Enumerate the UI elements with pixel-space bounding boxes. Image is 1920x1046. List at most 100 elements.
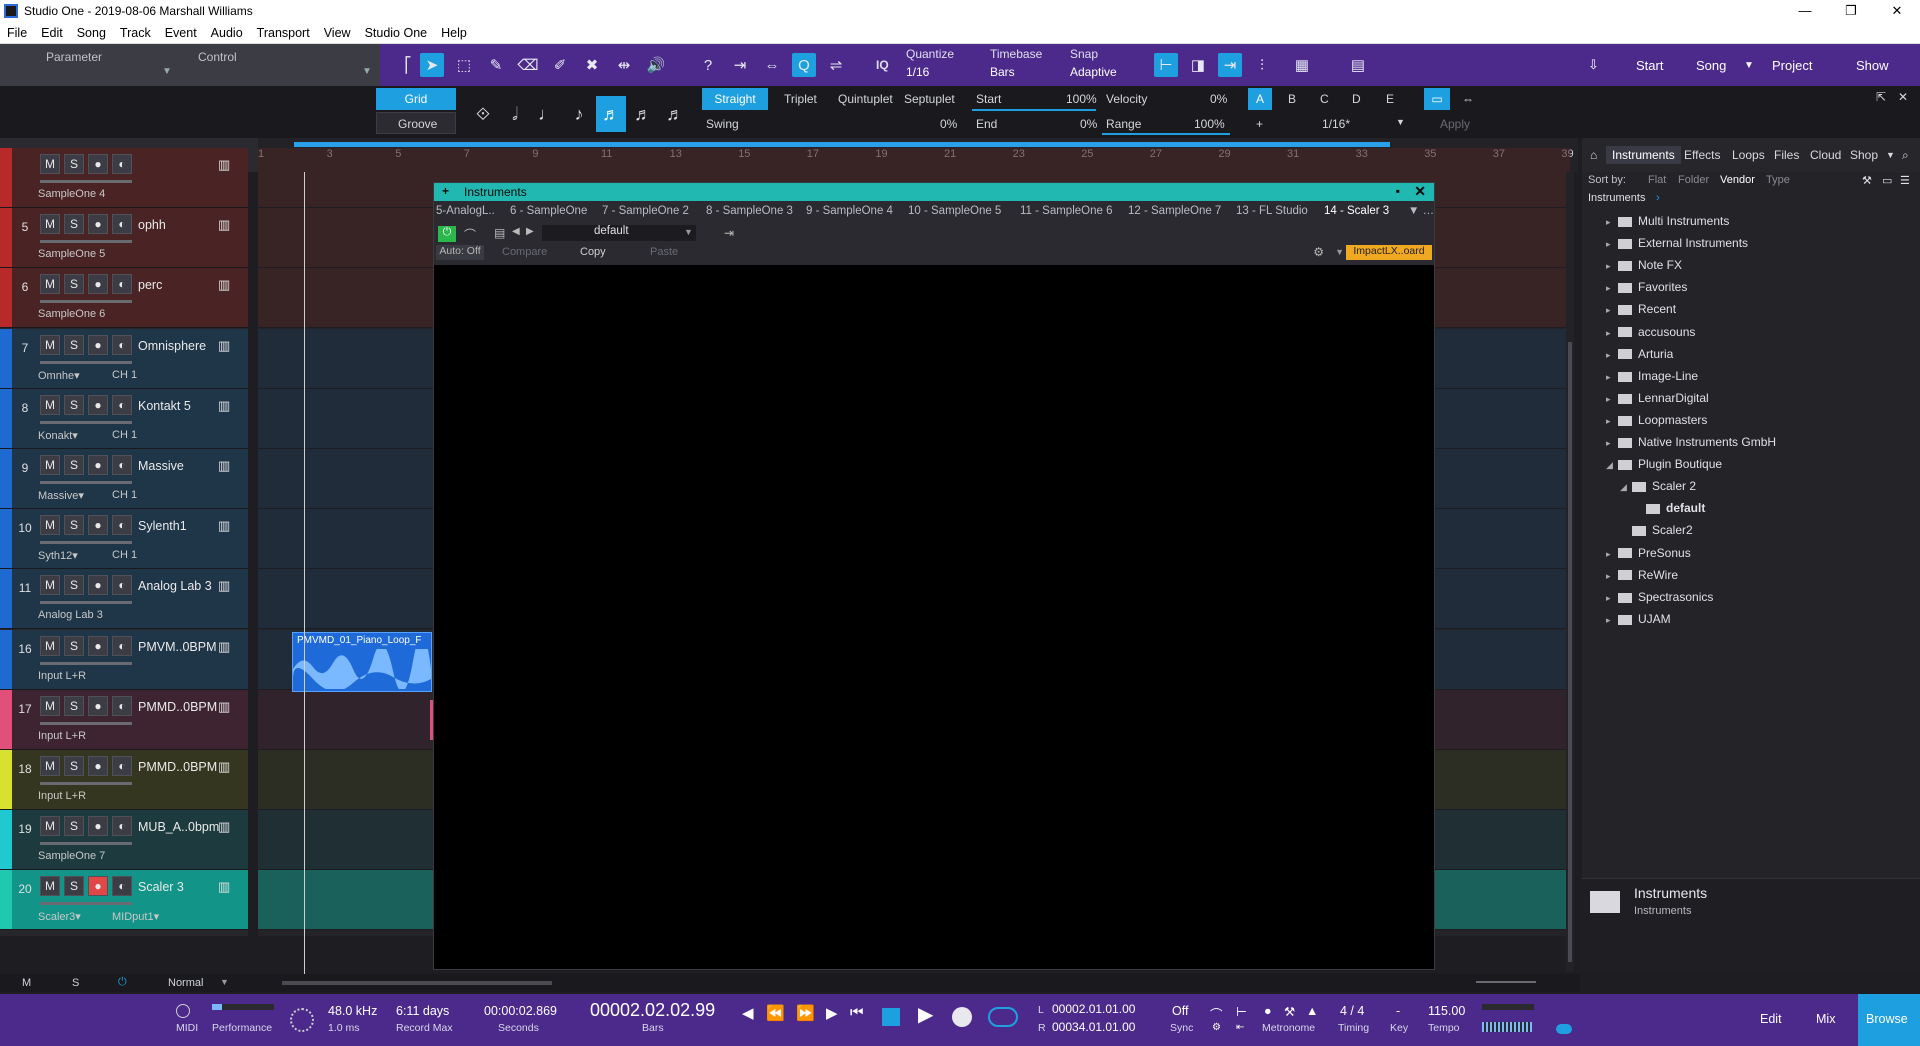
paint-tool-icon[interactable]: ✐ <box>548 53 572 77</box>
range-value[interactable]: 100% <box>1194 117 1225 131</box>
volume-fader[interactable] <box>40 541 132 545</box>
monitor-button[interactable]: ◐ <box>112 635 132 656</box>
project-button[interactable]: Project <box>1772 44 1812 86</box>
track-row[interactable]: 16 M S ● ◐ PMVM..0BPM ▥ Input L+R <box>0 629 248 690</box>
track-input-route[interactable]: SampleOne 7 <box>38 850 105 862</box>
stop-button[interactable] <box>882 1008 900 1026</box>
instrument-track-icon[interactable]: ▥ <box>218 699 230 715</box>
triplet-button[interactable]: Triplet <box>784 92 817 106</box>
solo-button[interactable]: S <box>64 756 84 776</box>
expand-caret-icon[interactable]: ▸ <box>1606 350 1618 361</box>
autopunch-icon[interactable]: ⇤ <box>1236 1022 1244 1033</box>
playhead[interactable] <box>304 172 305 976</box>
metronome-triangle-icon[interactable]: ▲ <box>1306 1004 1318 1018</box>
expand-caret-icon[interactable]: ▸ <box>1606 328 1618 339</box>
loop-button[interactable] <box>988 1007 1018 1027</box>
auto-off-button[interactable]: Auto: Off <box>436 245 484 260</box>
instrument-track-icon[interactable]: ▥ <box>218 217 230 233</box>
volume-fader[interactable] <box>40 240 132 244</box>
browser-tree-item[interactable]: ▸ PreSonus <box>1606 546 1691 560</box>
volume-fader[interactable] <box>40 180 132 183</box>
menu-track[interactable]: Track <box>113 26 158 40</box>
track-color-bar[interactable] <box>0 388 12 448</box>
tab-effects[interactable]: Effects <box>1684 148 1720 162</box>
browser-list-icon[interactable]: ☰ <box>1900 174 1910 187</box>
tab-loops[interactable]: Loops <box>1732 148 1765 162</box>
start-value[interactable]: 100% <box>1066 92 1097 106</box>
instrument-track-icon[interactable]: ▥ <box>218 578 230 594</box>
loop-right[interactable]: 00034.01.01.00 <box>1052 1020 1135 1034</box>
expand-caret-icon[interactable]: ▸ <box>1606 372 1618 383</box>
loop-range[interactable] <box>294 142 1390 147</box>
menu-event[interactable]: Event <box>158 26 204 40</box>
solo-button[interactable]: S <box>64 876 84 897</box>
track-name[interactable]: perc <box>138 278 162 292</box>
close-panel-icon[interactable]: ✕ <box>1898 90 1908 104</box>
menu-edit[interactable]: Edit <box>34 26 70 40</box>
track-color-bar[interactable] <box>0 569 12 629</box>
loop-left[interactable]: 00002.01.01.00 <box>1052 1002 1135 1016</box>
browser-tools-icon[interactable]: ⚒ <box>1862 174 1872 187</box>
split-tool-icon[interactable]: ✎ <box>484 53 508 77</box>
rewind-icon[interactable]: ⏪ <box>766 1004 785 1022</box>
browser-tree-item[interactable]: ▸ Recent <box>1606 302 1676 316</box>
volume-fader[interactable] <box>40 661 132 665</box>
track-row[interactable]: 10 M S ● ◐ Sylenth1 ▥ Syth12▾ CH 1 <box>0 509 248 570</box>
track-input-route[interactable]: Konakt▾ <box>38 429 78 442</box>
track-row[interactable]: 5 M S ● ◐ ophh ▥ SampleOne 5 <box>0 208 248 269</box>
slot-e[interactable]: E <box>1386 92 1394 106</box>
track-color-bar[interactable] <box>0 328 12 388</box>
monitor-button[interactable]: ◐ <box>112 756 132 776</box>
track-channel[interactable]: MIDput1▾ <box>112 910 159 923</box>
track-color-bar[interactable] <box>0 449 12 508</box>
expand-caret-icon[interactable]: ▸ <box>1606 283 1618 294</box>
sixtyfourth-note-icon[interactable]: ♬ <box>660 96 690 132</box>
return-to-zero-icon[interactable]: ⏮ <box>850 1004 864 1021</box>
film-icon[interactable]: ▤ <box>1346 53 1370 77</box>
monitor-button[interactable]: ◐ <box>112 334 132 355</box>
power-icon[interactable]: ⏻ <box>118 976 127 989</box>
thirtysecond-note-icon[interactable]: ♬ <box>628 96 658 132</box>
track-row[interactable]: 20 M S ● ◐ Scaler 3 ▥ Scaler3▾ MIDput1▾ <box>0 870 248 931</box>
browser-tree-item[interactable]: ▸ LennarDigital <box>1606 391 1709 405</box>
solo-button[interactable]: S <box>64 214 84 235</box>
slot-d[interactable]: D <box>1352 92 1361 106</box>
dotted-note-icon[interactable]: ⟐ <box>468 96 498 132</box>
instrument-track-icon[interactable]: ▥ <box>218 518 230 534</box>
track-name[interactable]: PMMD..0BPM <box>138 760 217 774</box>
track-name[interactable]: PMVM..0BPM <box>138 640 217 654</box>
browser-tree-item[interactable]: ▸ Note FX <box>1606 258 1682 272</box>
browser-tree-item[interactable]: default <box>1634 501 1705 515</box>
monitor-button[interactable]: ◐ <box>112 154 132 174</box>
record-panel-icon[interactable] <box>290 1008 314 1032</box>
slot-value[interactable]: 1/16* <box>1322 117 1350 131</box>
sort-vendor[interactable]: Vendor <box>1720 174 1755 186</box>
add-instrument-icon[interactable]: + <box>442 184 449 198</box>
monitor-button[interactable]: ◐ <box>112 876 132 897</box>
instrument-track-icon[interactable]: ▥ <box>218 277 230 293</box>
track-color-bar[interactable] <box>0 750 12 809</box>
record-button[interactable] <box>952 1007 972 1027</box>
track-input-route[interactable]: Scaler3▾ <box>38 910 81 923</box>
monitor-button[interactable]: ◐ <box>112 575 132 596</box>
straight-button[interactable]: Straight <box>702 88 768 110</box>
arrow-tool-icon[interactable]: ➤ <box>420 53 444 77</box>
metronome-settings-icon[interactable]: ⚙ <box>1212 1022 1221 1033</box>
click-icon[interactable]: ● <box>1264 1004 1272 1018</box>
track-row[interactable]: 8 M S ● ◐ Kontakt 5 ▥ Konakt▾ CH 1 <box>0 388 248 449</box>
track-channel[interactable]: CH 1 <box>112 549 137 561</box>
instrument-tab[interactable]: 7 - SampleOne 2 <box>602 205 689 217</box>
quantize-extend-icon[interactable]: ⇔ <box>1462 92 1474 106</box>
browser-tree-item[interactable]: Scaler2 <box>1620 523 1693 537</box>
expand-caret-icon[interactable]: ▸ <box>1606 571 1618 582</box>
solo-button[interactable]: S <box>64 575 84 596</box>
solo-button[interactable]: S <box>64 394 84 415</box>
instrument-tab[interactable]: 11 - SampleOne 6 <box>1020 205 1112 217</box>
timebase-value[interactable]: Bars <box>990 65 1015 79</box>
autoscroll-icon[interactable]: ⇥ <box>728 53 752 77</box>
mix-button[interactable]: Mix <box>1816 1012 1835 1026</box>
fast-forward-icon[interactable]: ⏩ <box>796 1004 815 1022</box>
browser-home-icon[interactable]: ⌂ <box>1590 148 1597 162</box>
snap-cursor-icon[interactable]: ⇥ <box>1218 53 1242 77</box>
record-arm-button[interactable]: ● <box>88 334 108 355</box>
